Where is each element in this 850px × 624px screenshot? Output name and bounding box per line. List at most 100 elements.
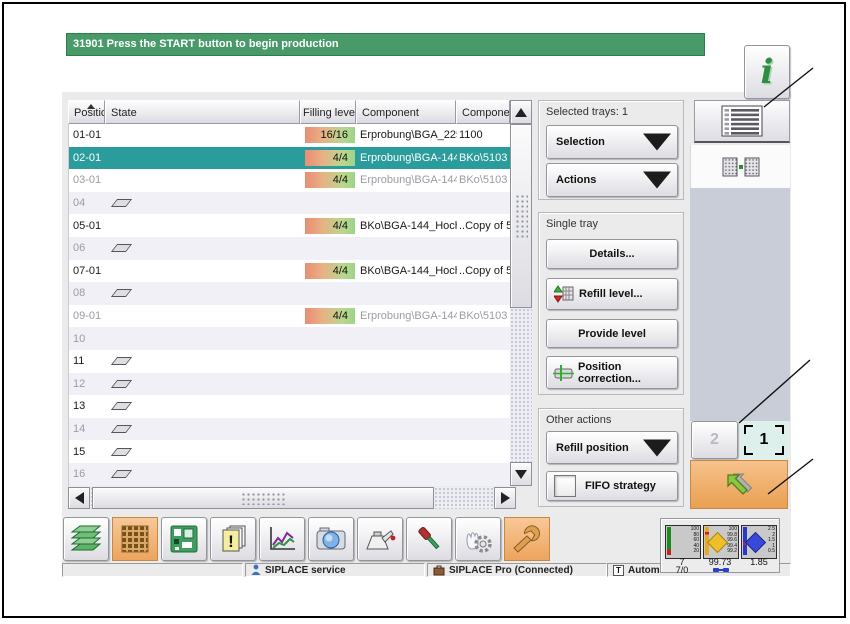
svg-text:!: ! [228, 532, 234, 551]
boards-gauge-ticks: 100 80 60 40 20 [690, 526, 699, 555]
table-row[interactable]: 13 [69, 395, 510, 418]
position-correction-button[interactable]: Position correction... [546, 356, 678, 389]
table-row[interactable]: 15 [69, 440, 510, 463]
state-cell [106, 402, 301, 411]
info-button[interactable]: i [744, 45, 790, 99]
camera-icon [316, 527, 346, 550]
table-row[interactable]: 16 [69, 462, 510, 486]
page-1-button[interactable]: 1 [740, 421, 788, 459]
screwdriver-icon [418, 526, 440, 550]
table-row[interactable]: 14 [69, 417, 510, 441]
statusbar-user-segment: SIPLACE service [245, 563, 425, 577]
filling-level-badge: 4/4 [305, 262, 355, 279]
actions-dropdown-button[interactable]: Actions [546, 163, 678, 197]
toolbar-setup-button[interactable] [406, 517, 452, 561]
state-cell [106, 289, 301, 298]
table-row[interactable]: 10 [69, 327, 510, 350]
other-actions-label: Other actions [546, 414, 612, 426]
other-actions-group: Other actions Refill position FIFO strat… [538, 408, 684, 507]
empty-tray-icon [110, 357, 133, 366]
state-cell [106, 470, 301, 479]
fifo-strategy-checkbox-button[interactable]: FIFO strategy [546, 471, 678, 501]
table-row[interactable]: 11 [69, 350, 510, 373]
column-header-position[interactable]: Position [68, 100, 105, 124]
chevron-down-icon [643, 133, 671, 151]
empty-tray-icon [110, 199, 133, 208]
toolbar-tray-stack-button[interactable] [63, 517, 109, 561]
selected-trays-group: Selected trays: 1 Selection Actions [538, 100, 684, 200]
table-row[interactable]: 09-01 4/4 Erprobung\BGA-144_3BKo\5103 [69, 305, 510, 328]
checkbox-label: FIFO strategy [585, 480, 656, 492]
page-2-button[interactable]: 2 [691, 421, 738, 459]
arrow-down-icon [515, 469, 527, 479]
component-cell: Erprobung\BGA-144_1 [360, 151, 457, 164]
tab-tray-view-active[interactable] [690, 145, 790, 188]
mode-icon: T [613, 564, 624, 576]
table-row[interactable]: 08 [69, 282, 510, 305]
side-panel-spacer [690, 188, 790, 421]
button-label: Actions [556, 174, 597, 186]
boards-gauge: 100 80 60 40 20 [665, 525, 701, 559]
position-cell: 04 [73, 197, 86, 210]
table-row[interactable]: 01-01 16/16 Erprobung\BGA_225 1100 [69, 124, 510, 147]
toolbar-manual-ops-button[interactable] [455, 517, 501, 561]
toolbar-tray-table-button-active[interactable] [112, 517, 158, 561]
table-row[interactable]: 04 [69, 191, 510, 215]
back-navigation-button[interactable] [690, 460, 788, 509]
cycle-value: 1.85 [750, 557, 768, 567]
statusbar-connection-text: SIPLACE Pro (Connected) [449, 564, 573, 576]
column-header-filling-level[interactable]: Filling level [300, 100, 356, 124]
toolbar-service-button-active[interactable] [504, 517, 550, 561]
provide-level-button[interactable]: Provide level [546, 319, 678, 348]
vertical-scroll-thumb[interactable] [510, 124, 532, 308]
scroll-left-button[interactable] [68, 487, 90, 509]
details-button[interactable]: Details... [546, 239, 678, 269]
state-cell [106, 447, 301, 456]
siplace-station-window: 31901 Press the START button to begin pr… [0, 0, 850, 624]
toolbar-error-log-button[interactable]: ! [210, 517, 256, 561]
scroll-down-button[interactable] [510, 462, 532, 486]
state-cell [106, 199, 301, 208]
single-tray-group: Single tray Details... Refill level... P… [538, 212, 684, 395]
component2-cell: 1100 [459, 129, 483, 142]
scroll-right-button[interactable] [494, 487, 516, 509]
table-row[interactable]: 12 [69, 372, 510, 396]
tray-table-body: 01-01 16/16 Erprobung\BGA_225 1100 02-01 4/4 E… [68, 124, 510, 486]
button-label: 2 [710, 431, 719, 448]
state-cell [106, 357, 301, 366]
column-header-label: Component [362, 107, 419, 119]
table-row[interactable]: 02-01 4/4 Erprobung\BGA-144_1BKo\5103 [69, 146, 510, 170]
column-header-state[interactable]: State [105, 100, 300, 124]
fifo-checkbox[interactable] [554, 475, 576, 497]
scroll-up-button[interactable] [510, 100, 532, 124]
column-header-component2[interactable]: Component [456, 100, 510, 124]
machine-gauges-panel[interactable]: 100 80 60 40 20 100 99.8 99.6 99.4 99.2 2.5 2 1.5 1… [660, 518, 780, 575]
boards-value2: 7/0 [675, 565, 689, 575]
selection-dropdown-button[interactable]: Selection [546, 125, 678, 159]
rate-gauge-ticks: 100 99.8 99.6 99.4 99.2 [727, 526, 737, 555]
refill-position-dropdown-button[interactable]: Refill position [546, 431, 678, 464]
error-log-icon: ! [222, 525, 246, 552]
toolbar-statistics-button[interactable] [259, 517, 305, 561]
refill-level-button[interactable]: Refill level... [546, 278, 678, 310]
toolbar-camera-button[interactable] [308, 517, 354, 561]
table-row[interactable]: 05-01 4/4 BKo\BGA-144_Hoch..Copy of 51 [69, 214, 510, 237]
position-cell: 03-01 [73, 174, 102, 187]
empty-tray-icon [110, 379, 133, 388]
table-row[interactable]: 03-01 4/4 Erprobung\BGA-144_2BKo\5103 [69, 169, 510, 192]
selected-trays-label: Selected trays: 1 [546, 106, 628, 118]
position-cell: 01-01 [73, 129, 102, 142]
table-row[interactable]: 07-01 4/4 BKo\BGA-144_Hoch..Copy of 51 [69, 260, 510, 283]
column-header-component[interactable]: Component [356, 100, 456, 124]
toolbar-board-button[interactable] [161, 517, 207, 561]
table-row[interactable]: 06 [69, 236, 510, 260]
list-view-icon [721, 105, 763, 137]
component2-cell: BKo\5103 [459, 151, 508, 164]
toolbar-maintenance-button[interactable] [357, 517, 403, 561]
filling-level-badge: 4/4 [305, 217, 355, 234]
tab-list-view[interactable] [694, 100, 790, 143]
boards-gauge-bar [667, 527, 671, 555]
button-label: Refill level... [579, 288, 643, 300]
position-cell: 15 [73, 445, 86, 458]
horizontal-scroll-thumb[interactable] [92, 487, 434, 509]
